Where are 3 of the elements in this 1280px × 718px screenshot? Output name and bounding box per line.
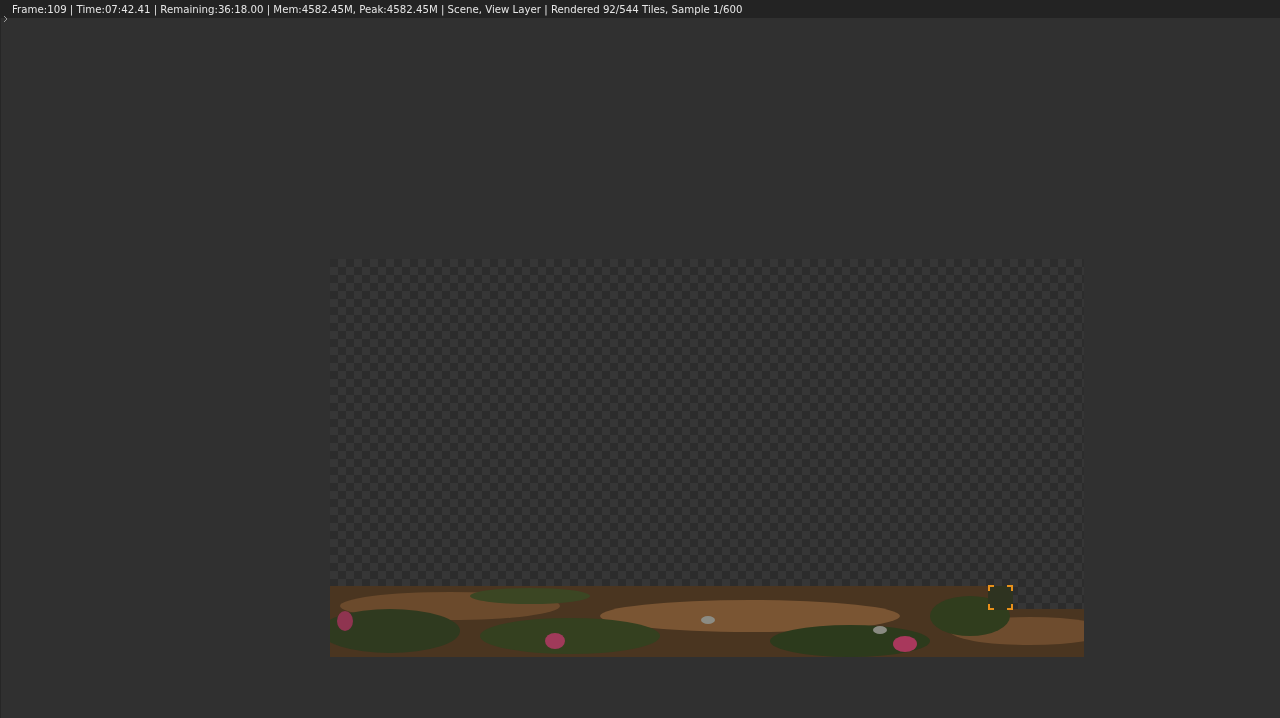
chevron-icon[interactable] xyxy=(3,15,8,23)
active-tile-icon xyxy=(988,585,1013,610)
render-status-text: Frame:109 | Time:07:42.41 | Remaining:36:18.00 | Mem:4582.45M, Peak:4582.45M | Scene, View Layer | Rendered 92/544 Tiles, Sample 1/600 xyxy=(12,3,743,15)
